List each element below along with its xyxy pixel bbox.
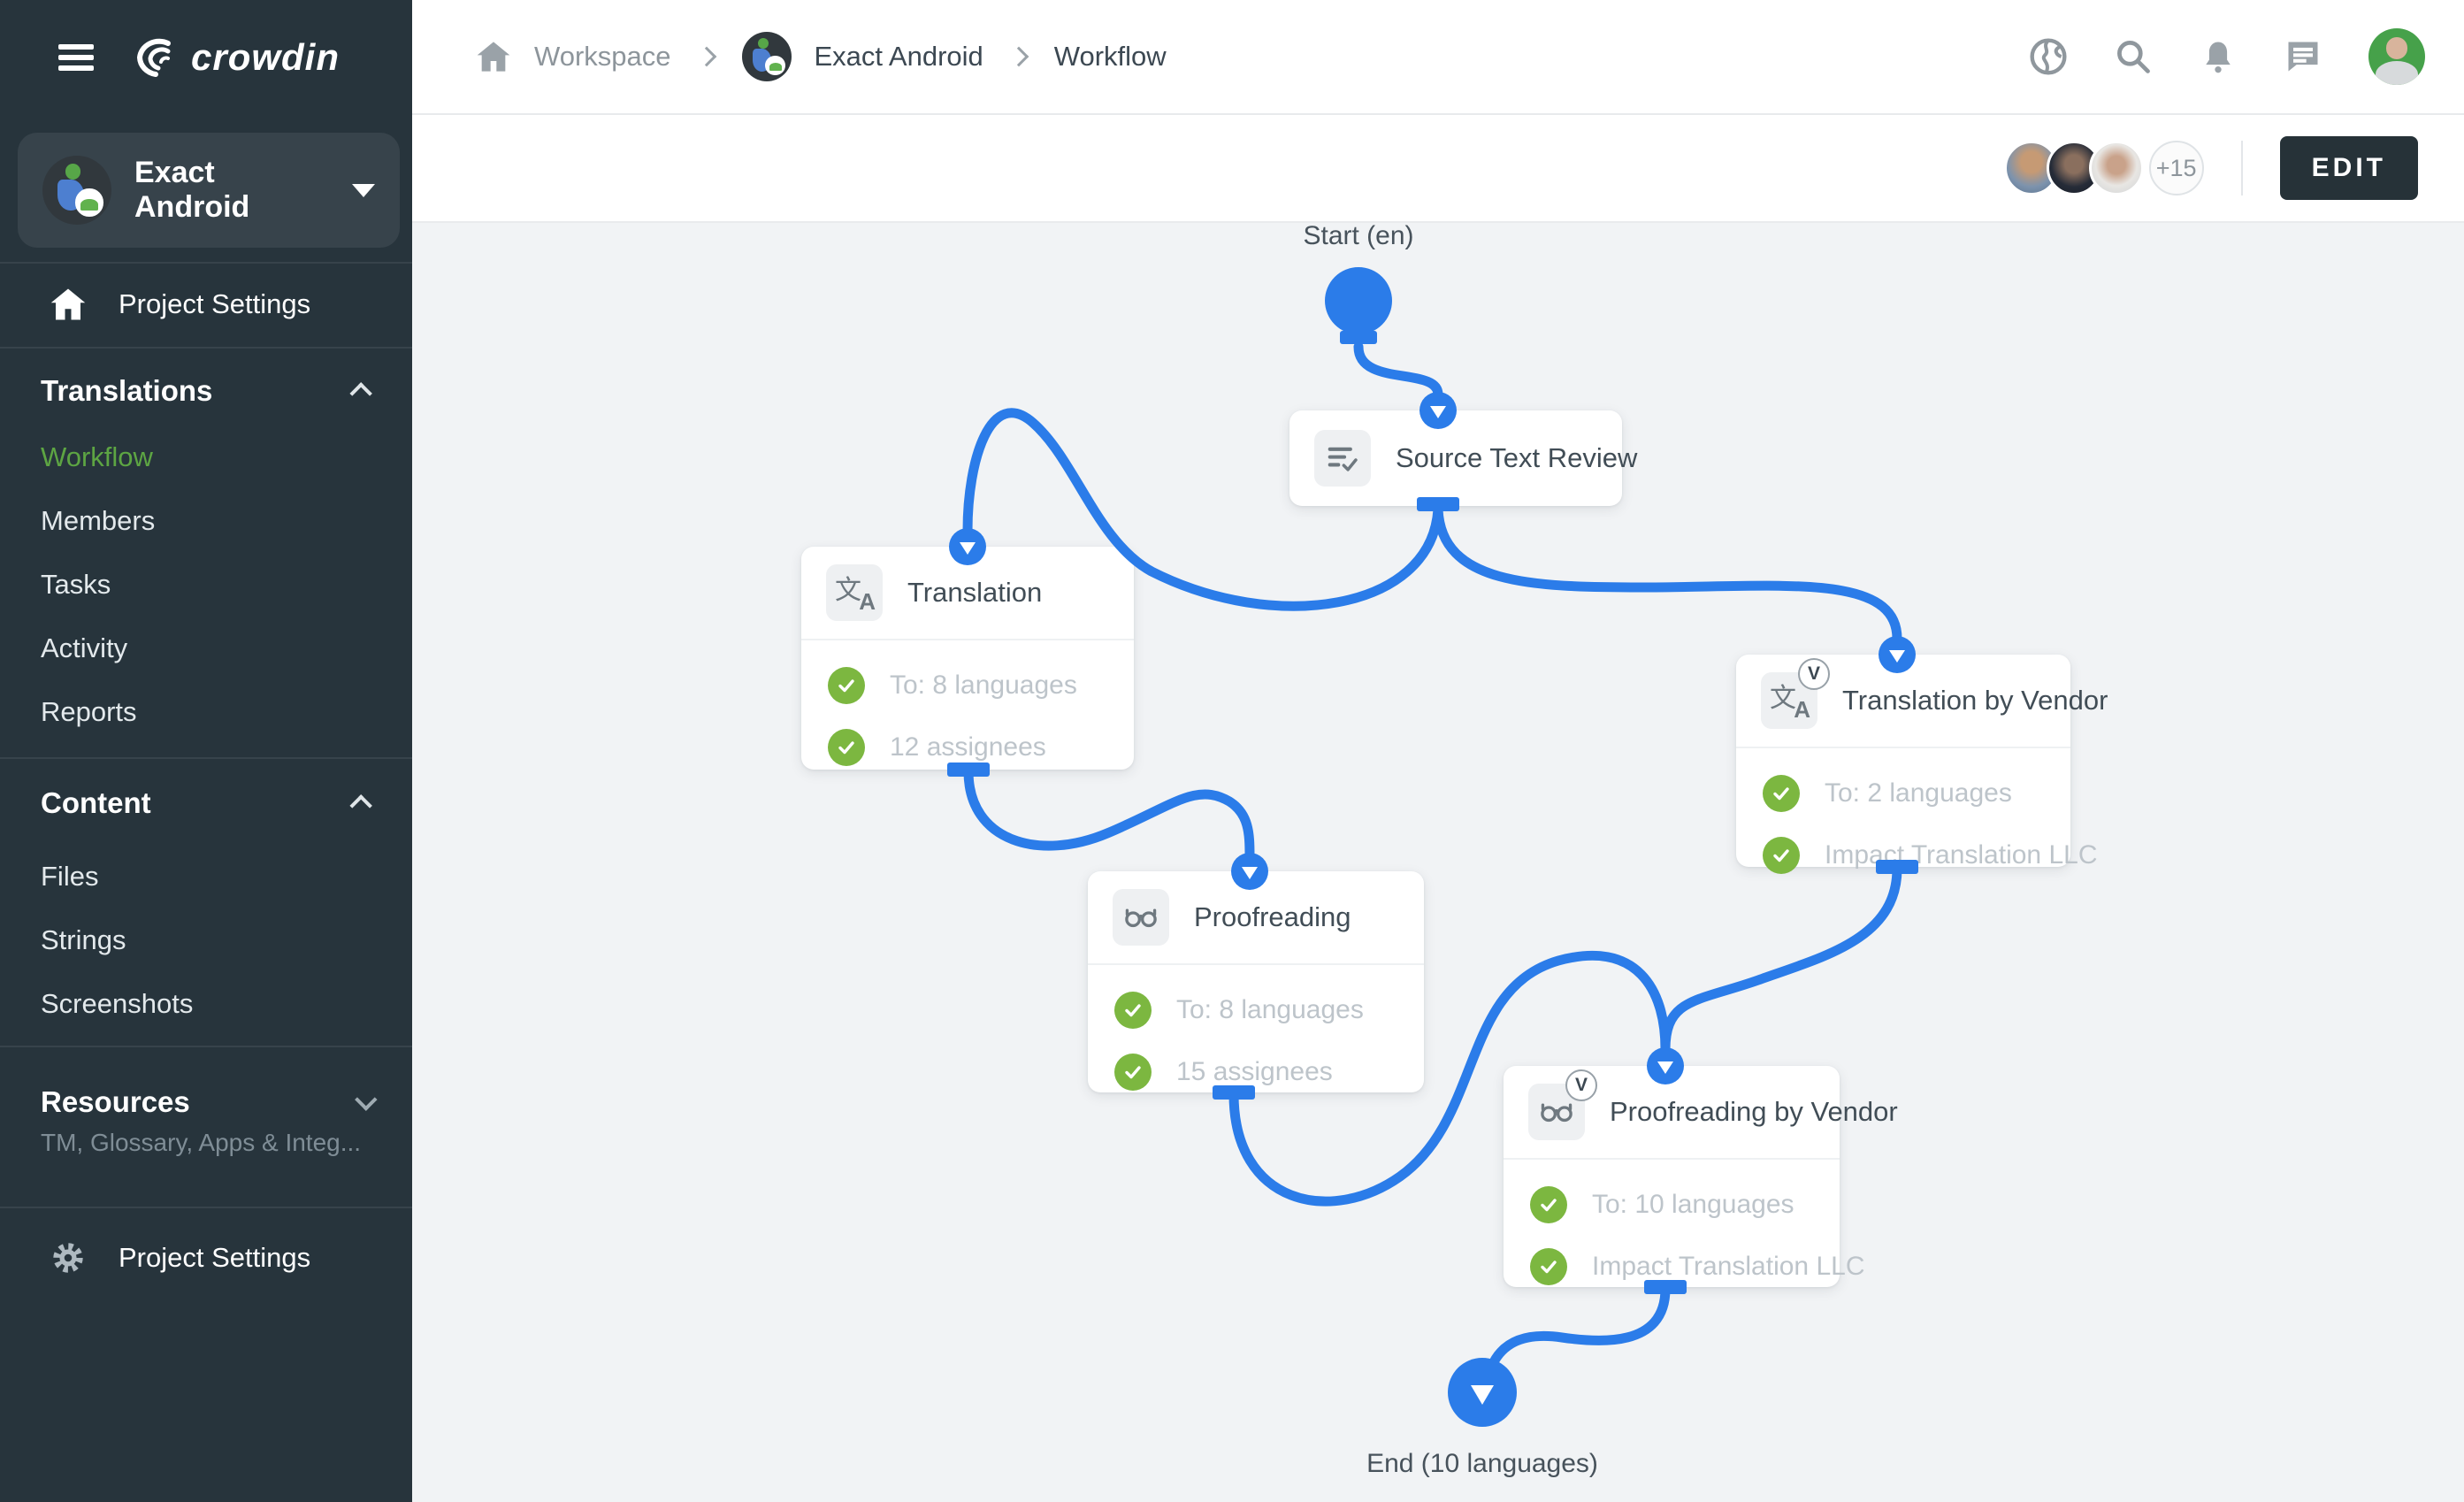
node-detail-row: To: 10 languages: [1530, 1186, 1813, 1223]
check-icon: [1763, 775, 1800, 812]
end-node-label: End (10 languages): [1323, 1449, 1641, 1479]
check-icon: [1114, 992, 1152, 1029]
workflow-node-translation[interactable]: 文A Translation To: 8 languages 12 assign…: [801, 547, 1134, 770]
node-detail-row: To: 2 languages: [1763, 775, 2044, 812]
hamburger-menu-icon[interactable]: [58, 44, 94, 71]
sidebar-item-label: Project Settings: [119, 1242, 310, 1274]
topbar-icons: [2029, 28, 2464, 85]
section-label: Translations: [41, 374, 356, 408]
source-text-review-icon: [1314, 430, 1371, 487]
breadcrumb-project-avatar: [742, 32, 792, 81]
avatar[interactable]: [2089, 141, 2144, 195]
sidebar-logo-row: crowdin: [0, 0, 412, 115]
breadcrumb-workspace[interactable]: Workspace: [534, 41, 671, 73]
sidebar-item-tasks[interactable]: Tasks: [41, 559, 377, 610]
breadcrumb-page: Workflow: [1054, 41, 1167, 73]
project-name: Exact Android: [134, 156, 329, 225]
section-header-translations[interactable]: Translations: [41, 364, 371, 418]
check-icon: [828, 667, 865, 704]
crowdin-workflow-page: crowdin Exact Android Project Settings T…: [0, 0, 2464, 1502]
check-icon: [1530, 1248, 1567, 1285]
language-globe-icon[interactable]: [2029, 37, 2068, 76]
home-icon: [50, 287, 87, 322]
node-title: Proofreading by Vendor: [1610, 1096, 1898, 1128]
translation-icon: 文A: [826, 564, 883, 621]
breadcrumb: Workspace Exact Android Workflow: [412, 32, 1167, 81]
node-detail-row: To: 8 languages: [828, 667, 1107, 704]
breadcrumb-project[interactable]: Exact Android: [815, 41, 983, 73]
workflow-node-translation-by-vendor[interactable]: 文A V Translation by Vendor To: 2 languag…: [1736, 655, 2070, 867]
crowdin-logo-text: crowdin: [191, 36, 340, 79]
edit-button[interactable]: EDIT: [2280, 136, 2418, 200]
node-detail-row: Impact Translation LLC: [1530, 1248, 1813, 1285]
sidebar-item-members[interactable]: Members: [41, 495, 377, 547]
workflow-node-source-text-review[interactable]: Source Text Review: [1289, 410, 1622, 506]
sidebar: crowdin Exact Android Project Settings T…: [0, 0, 412, 1502]
node-title: Source Text Review: [1396, 442, 1637, 474]
sidebar-item-label: Project Settings: [119, 288, 310, 320]
section-label: Content: [41, 786, 356, 820]
topbar: Workspace Exact Android Workflow: [412, 0, 2464, 115]
section-header-resources[interactable]: Resources: [41, 1076, 371, 1129]
resources-subtitle: TM, Glossary, Apps & Integ...: [41, 1129, 361, 1157]
node-detail-row: 12 assignees: [828, 729, 1107, 766]
node-detail-row: Impact Translation LLC: [1763, 837, 2044, 874]
home-icon[interactable]: [476, 40, 511, 73]
chevron-right-icon: [1008, 47, 1029, 67]
divider: [2241, 141, 2243, 195]
android-icon: [75, 188, 103, 216]
sidebar-item-project-settings-bottom[interactable]: Project Settings: [0, 1219, 412, 1297]
translation-icon: 文A V: [1761, 672, 1817, 729]
project-avatar: [42, 156, 111, 225]
node-title: Translation by Vendor: [1842, 685, 2108, 717]
gear-icon: [50, 1239, 87, 1276]
crowdin-logo-icon: [129, 34, 182, 80]
android-icon: [765, 56, 784, 75]
sidebar-item-workflow[interactable]: Workflow: [41, 432, 377, 483]
chevron-right-icon: [696, 47, 716, 67]
sidebar-item-screenshots[interactable]: Screenshots: [41, 978, 377, 1030]
sidebar-item-reports[interactable]: Reports: [41, 686, 377, 738]
crowdin-logo[interactable]: crowdin: [129, 34, 340, 80]
sidebar-item-project-settings-top[interactable]: Project Settings: [0, 265, 412, 343]
node-title: Translation: [907, 577, 1042, 609]
collaborator-avatars: +15: [2004, 141, 2204, 195]
more-avatars-badge[interactable]: +15: [2149, 141, 2204, 195]
sidebar-item-activity[interactable]: Activity: [41, 623, 377, 674]
user-avatar[interactable]: [2368, 28, 2425, 85]
section-label: Resources: [41, 1085, 356, 1119]
check-icon: [1114, 1054, 1152, 1091]
node-title: Proofreading: [1194, 901, 1351, 933]
check-icon: [1530, 1186, 1567, 1223]
messages-icon[interactable]: [2284, 37, 2322, 76]
section-header-content[interactable]: Content: [41, 777, 371, 830]
sidebar-item-files[interactable]: Files: [41, 851, 377, 902]
workflow-node-proofreading-by-vendor[interactable]: V Proofreading by Vendor To: 10 language…: [1504, 1066, 1840, 1287]
search-icon[interactable]: [2114, 37, 2153, 76]
proofreading-icon: [1113, 889, 1169, 946]
sidebar-item-strings[interactable]: Strings: [41, 915, 377, 966]
workflow-toolbar: +15 EDIT: [412, 115, 2464, 223]
vendor-badge: V: [1798, 658, 1830, 690]
proofreading-icon: V: [1528, 1084, 1585, 1140]
chevron-down-icon: [355, 1088, 377, 1110]
check-icon: [1763, 837, 1800, 874]
vendor-badge: V: [1565, 1069, 1597, 1101]
project-selector[interactable]: Exact Android: [18, 133, 400, 248]
check-icon: [828, 729, 865, 766]
notifications-bell-icon[interactable]: [2199, 37, 2238, 76]
caret-down-icon: [352, 184, 375, 197]
node-detail-row: 15 assignees: [1114, 1054, 1397, 1091]
workflow-node-proofreading[interactable]: Proofreading To: 8 languages 15 assignee…: [1088, 871, 1424, 1092]
node-detail-row: To: 8 languages: [1114, 992, 1397, 1029]
start-node-label: Start (en): [1235, 221, 1482, 251]
